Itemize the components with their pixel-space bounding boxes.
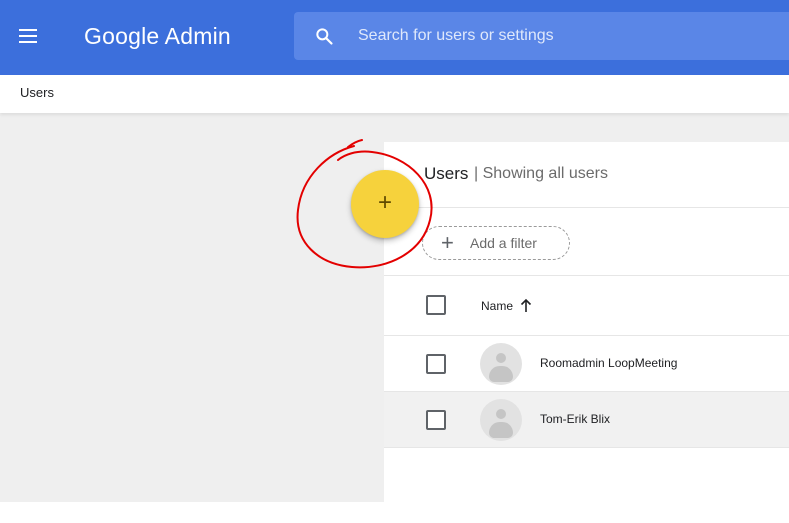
avatar-body-icon (489, 422, 513, 438)
admin-console: Google Admin Users Users | Showing all u… (0, 0, 789, 523)
breadcrumb-bar: Users (0, 75, 789, 113)
search-input[interactable] (358, 23, 778, 49)
bottom-white-strip (0, 502, 384, 523)
filter-row: + Add a filter (384, 208, 789, 276)
avatar-head-icon (496, 353, 506, 363)
avatar (480, 399, 522, 441)
user-name[interactable]: Roomadmin LoopMeeting (540, 356, 677, 370)
hamburger-menu-icon[interactable] (16, 24, 40, 48)
add-user-button[interactable]: + (351, 170, 419, 238)
add-filter-label: Add a filter (470, 235, 537, 251)
avatar-head-icon (496, 409, 506, 419)
breadcrumb-users[interactable]: Users (20, 85, 54, 100)
table-row[interactable]: Roomadmin LoopMeeting (384, 336, 789, 392)
plus-icon: + (441, 230, 454, 255)
add-filter-button[interactable]: + Add a filter (422, 226, 570, 260)
row-checkbox[interactable] (426, 354, 446, 374)
avatar-body-icon (489, 366, 513, 382)
app-title: Google Admin (84, 23, 231, 49)
name-column-header[interactable]: Name (481, 299, 513, 313)
select-all-checkbox[interactable] (426, 295, 446, 315)
table-row[interactable]: Tom-Erik Blix (384, 392, 789, 448)
arrow-up-icon[interactable] (519, 297, 533, 313)
menu-line (19, 41, 37, 43)
search-icon[interactable] (314, 26, 334, 46)
showing-all-users-label: | Showing all users (474, 165, 608, 182)
top-bar: Google Admin (0, 0, 789, 75)
menu-line (19, 29, 37, 31)
table-header: Name (384, 276, 789, 336)
avatar (480, 343, 522, 385)
user-name[interactable]: Tom-Erik Blix (540, 412, 610, 426)
card-header: Users | Showing all users (384, 142, 789, 208)
add-user-icon: + (377, 189, 392, 216)
search-bar[interactable] (294, 12, 789, 60)
users-card: Users | Showing all users + Add a filter… (384, 142, 789, 523)
users-title: Users (424, 164, 469, 183)
row-checkbox[interactable] (426, 410, 446, 430)
menu-line (19, 35, 37, 37)
